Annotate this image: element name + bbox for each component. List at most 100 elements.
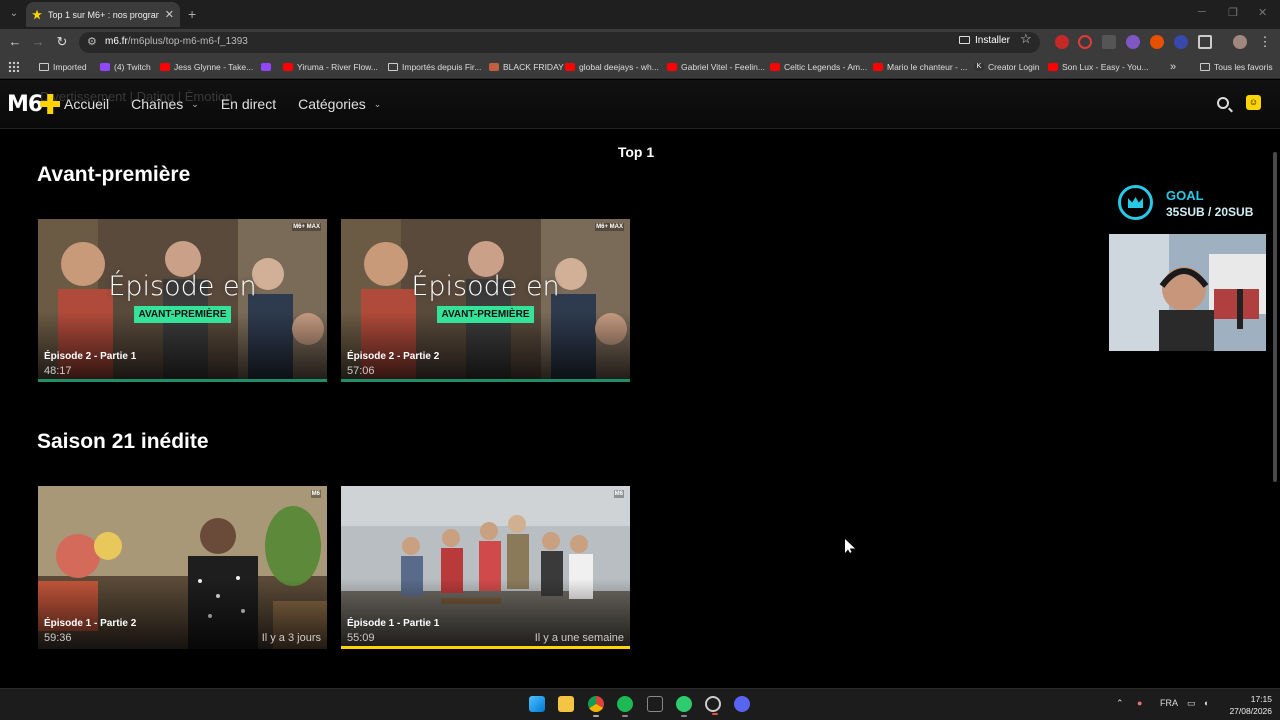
reload-icon[interactable]: ↻ <box>53 33 71 51</box>
episode-card[interactable]: M6 Épisode 1 - Partie 1 55:09 Il y a une… <box>341 486 630 649</box>
bookmark-item[interactable]: Gabriel Vitel - Feelin... <box>667 61 765 73</box>
close-window-icon[interactable]: ✕ <box>1258 6 1267 19</box>
bookmark-item[interactable]: (4) Twitch <box>100 61 151 73</box>
episode-card[interactable]: Épisode en AVANT-PREMIÈRE M6+ MAX Épisod… <box>38 219 327 382</box>
minimize-icon[interactable]: ─ <box>1198 6 1206 18</box>
file-explorer-icon[interactable] <box>558 696 574 712</box>
bookmark-item[interactable]: Importés depuis Fir... <box>388 61 481 73</box>
bookmark-item[interactable]: Mario le chanteur - ... <box>873 61 967 73</box>
install-app-button[interactable]: Installer <box>959 32 1010 48</box>
app-icon[interactable] <box>676 696 692 717</box>
network-icon[interactable]: ▭ <box>1187 698 1196 709</box>
spotify-icon[interactable] <box>617 696 633 717</box>
extension-icon[interactable] <box>1055 35 1069 49</box>
profile-avatar-icon[interactable]: ☺ <box>1246 95 1261 110</box>
volume-icon[interactable]: ◖ <box>1203 698 1208 708</box>
section-title: Saison 21 inédite <box>37 430 209 453</box>
apps-grid-icon[interactable] <box>8 61 19 72</box>
youtube-icon <box>873 63 883 71</box>
nav-categories[interactable]: Catégories ⌄ <box>298 96 381 112</box>
folder-icon <box>1200 63 1210 71</box>
install-monitor-icon <box>959 36 970 44</box>
discord-icon[interactable] <box>734 696 750 712</box>
episode-duration: 59:36 <box>44 632 72 644</box>
m6-badge: M6 <box>613 490 624 498</box>
close-tab-icon[interactable]: ✕ <box>165 8 174 21</box>
progress-bar <box>341 646 630 649</box>
episode-duration: 57:06 <box>347 365 375 377</box>
maximize-icon[interactable]: ❐ <box>1228 6 1238 19</box>
m6plus-max-badge: M6+ MAX <box>595 223 624 231</box>
m6plus-favicon-icon <box>32 9 42 20</box>
published-ago: Il y a 3 jours <box>261 632 321 644</box>
show-hidden-icons[interactable]: ⌃ <box>1116 698 1124 709</box>
obs-icon[interactable] <box>705 696 721 715</box>
bookmark-item[interactable]: Imported <box>39 61 87 73</box>
episode-card[interactable]: M6 Épisode 1 - Partie 2 59:36 Il y a 3 j… <box>38 486 327 649</box>
goal-label: GOAL <box>1166 188 1204 203</box>
site-settings-icon[interactable]: ⚙ <box>87 35 97 48</box>
start-windows-icon[interactable] <box>529 696 545 712</box>
address-url[interactable]: m6.fr/m6plus/top-m6-m6-f_1393 <box>105 36 248 47</box>
page-title: Top 1 <box>617 144 655 160</box>
browser-toolbar: ← → ↻ ⚙ m6.fr/m6plus/top-m6-m6-f_1393 In… <box>0 29 1280 55</box>
microphone-icon[interactable]: ● <box>1137 698 1142 708</box>
progress-bar <box>341 379 630 382</box>
block-extension-icon[interactable] <box>1078 35 1092 49</box>
puzzle-extensions-icon[interactable] <box>1198 35 1212 49</box>
scrollbar-thumb[interactable] <box>1273 152 1277 482</box>
twitch-icon <box>261 63 271 71</box>
bookmark-star-icon[interactable]: ☆ <box>1020 31 1032 47</box>
goal-value: 35SUB / 20SUB <box>1166 205 1254 219</box>
folder-icon <box>39 63 49 71</box>
plus-logo-icon <box>40 94 61 114</box>
browser-menu-icon[interactable]: ⋮ <box>1256 33 1274 51</box>
folder-icon <box>388 63 398 71</box>
episode-card[interactable]: Épisode en AVANT-PREMIÈRE M6+ MAX Épisod… <box>341 219 630 382</box>
nav-en-direct[interactable]: En direct <box>221 96 276 112</box>
bookmark-item[interactable]: Jess Glynne - Take... <box>160 61 253 73</box>
overlay-text: Épisode en <box>411 271 560 302</box>
extension-icon[interactable] <box>1102 35 1116 49</box>
extension-icon[interactable] <box>1126 35 1140 49</box>
bookmark-item[interactable] <box>261 61 275 73</box>
browser-tab[interactable]: Top 1 sur M6+ : nos programmes ✕ <box>26 2 180 27</box>
address-bar[interactable]: ⚙ m6.fr/m6plus/top-m6-m6-f_1393 <box>79 32 1040 53</box>
avant-premiere-tag: AVANT-PREMIÈRE <box>436 306 535 323</box>
extension-icon[interactable] <box>1150 35 1164 49</box>
install-label: Installer <box>975 34 1011 46</box>
profile-avatar[interactable] <box>1233 35 1247 49</box>
bookmarks-bar: Imported (4) Twitch Jess Glynne - Take..… <box>0 55 1280 79</box>
m6plus-max-badge: M6+ MAX <box>292 223 321 231</box>
tab-search-chevron-icon[interactable]: ⌄ <box>6 6 22 22</box>
forward-arrow-icon[interactable]: → <box>29 33 47 51</box>
nav-chaines[interactable]: Chaînes ⌄ <box>131 96 199 112</box>
episode-duration: 48:17 <box>44 365 72 377</box>
youtube-icon <box>160 63 170 71</box>
extension-icon[interactable] <box>1174 35 1188 49</box>
app-icon[interactable] <box>647 696 663 712</box>
search-icon[interactable] <box>1217 97 1229 109</box>
system-clock[interactable]: 17:15 27/08/2026 <box>1222 693 1272 717</box>
bookmark-item[interactable]: Celtic Legends - Am... <box>770 61 867 73</box>
chrome-icon[interactable] <box>588 696 604 717</box>
main-nav: Accueil Chaînes ⌄ En direct Catégories ⌄ <box>64 96 381 112</box>
bookmark-item[interactable]: Son Lux - Easy - You... <box>1048 61 1148 73</box>
kick-icon: K <box>974 63 984 71</box>
bookmark-item[interactable]: BLACK FRIDAY <box>489 61 564 73</box>
episode-duration: 55:09 <box>347 632 375 644</box>
language-indicator[interactable]: FRA <box>1160 698 1178 708</box>
episode-title: Épisode 1 - Partie 2 <box>44 618 137 629</box>
more-bookmarks-chevron[interactable]: » <box>1170 61 1176 73</box>
bookmark-item[interactable]: K Creator Login <box>974 61 1040 73</box>
episode-title: Épisode 1 - Partie 1 <box>347 618 440 629</box>
new-tab-button[interactable]: + <box>188 6 196 22</box>
back-arrow-icon[interactable]: ← <box>6 33 24 51</box>
bookmark-item[interactable]: global deejays - wh... <box>565 61 659 73</box>
crown-icon <box>1118 185 1153 220</box>
page-scrollbar[interactable] <box>1272 130 1278 688</box>
nav-accueil[interactable]: Accueil <box>64 96 109 112</box>
all-favorites-folder[interactable]: Tous les favoris <box>1200 61 1273 73</box>
bookmark-item[interactable]: Yiruma - River Flow... <box>283 61 378 73</box>
m6plus-logo[interactable]: M6 <box>7 92 61 117</box>
